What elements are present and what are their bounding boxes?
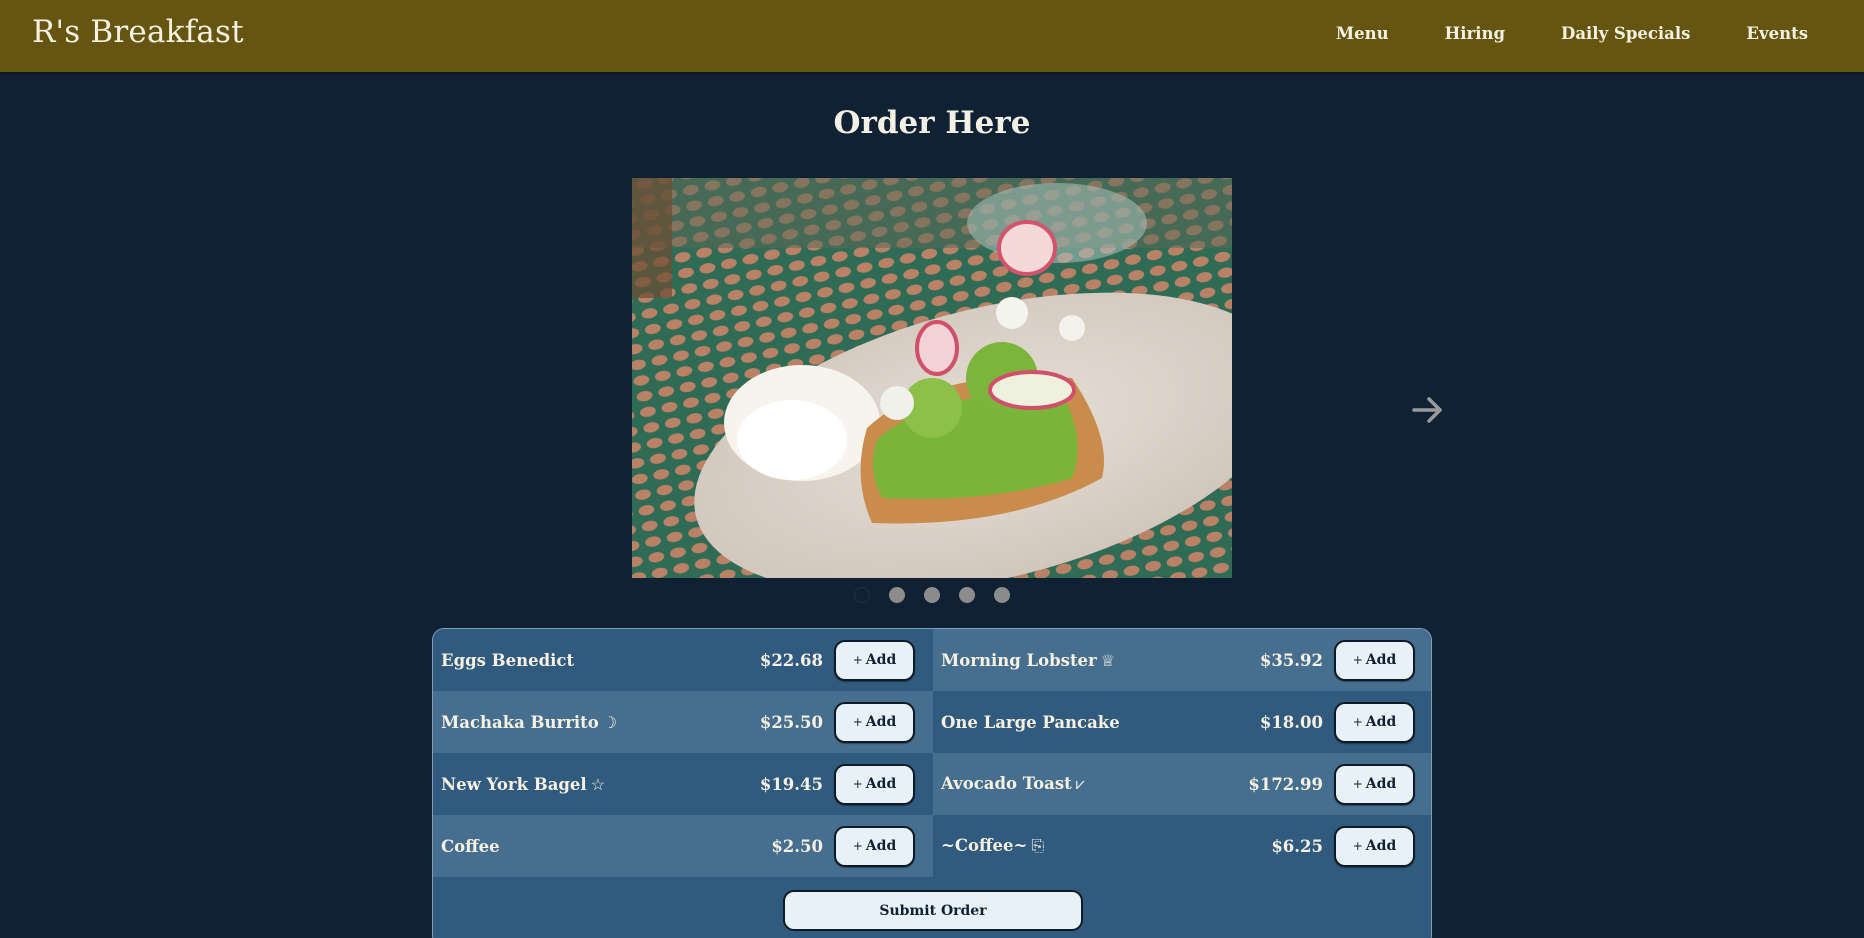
menu-item-price: $6.25: [1271, 836, 1323, 856]
menu-item-name: Morning Lobster ♕: [941, 650, 1116, 670]
add-button[interactable]: + Add: [1334, 639, 1415, 681]
carousel-dot-3[interactable]: [924, 587, 940, 603]
menu-item: Coffee $2.50 + Add: [433, 815, 933, 877]
menu-item-price: $35.92: [1259, 650, 1323, 670]
arrow-right-icon: [1412, 397, 1442, 423]
carousel-dot-4[interactable]: [959, 587, 975, 603]
menu-item: Eggs Benedict $22.68 + Add: [433, 629, 933, 691]
main-nav: Menu Hiring Daily Specials Events: [1336, 24, 1808, 43]
menu-item-price: $25.50: [759, 712, 823, 732]
nav-menu[interactable]: Menu: [1336, 24, 1389, 43]
menu-item: New York Bagel ☆ $19.45 + Add: [433, 753, 933, 815]
menu-item-name: ~Coffee~ ⎘: [941, 836, 1045, 855]
carousel-dot-2[interactable]: [889, 587, 905, 603]
menu-item-price: $2.50: [771, 836, 823, 856]
carousel-dot-5[interactable]: [994, 587, 1010, 603]
menu-item-price: $22.68: [759, 650, 823, 670]
menu-item-price: $18.00: [1259, 712, 1323, 732]
menu-grid: Eggs Benedict $22.68 + Add Morning Lobste…: [433, 629, 1431, 877]
nav-events[interactable]: Events: [1746, 24, 1808, 43]
site-brand[interactable]: R's Breakfast: [32, 14, 244, 50]
add-button[interactable]: + Add: [834, 763, 915, 805]
menu-item: One Large Pancake $18.00 + Add: [933, 691, 1431, 753]
menu-item-name: Machaka Burrito ☽: [441, 712, 618, 732]
vegan-icon: ⩗: [1075, 774, 1085, 793]
menu-item-price: $19.45: [759, 774, 823, 794]
carousel-dots: [854, 587, 1010, 603]
menu-item-name: One Large Pancake: [941, 712, 1120, 732]
site-header: R's Breakfast Menu Hiring Daily Specials…: [0, 0, 1864, 72]
menu-item: ~Coffee~ ⎘ $6.25 + Add: [933, 815, 1431, 877]
add-button[interactable]: + Add: [1334, 763, 1415, 805]
submit-order-button[interactable]: Submit Order: [783, 890, 1083, 931]
submit-row: Submit Order: [433, 877, 1431, 938]
avocado-toast-photo: [632, 178, 1232, 578]
menu-item-price: $172.99: [1248, 774, 1323, 794]
nav-hiring[interactable]: Hiring: [1445, 24, 1505, 43]
add-button[interactable]: + Add: [834, 825, 915, 867]
menu-item: Machaka Burrito ☽ $25.50 + Add: [433, 691, 933, 753]
add-button[interactable]: + Add: [1334, 825, 1415, 867]
crown-icon: ♕: [1100, 650, 1116, 670]
carousel-dot-1[interactable]: [854, 587, 870, 603]
menu-item: Avocado Toast ⩗ $172.99 + Add: [933, 753, 1431, 815]
menu-item-name: Avocado Toast ⩗: [941, 774, 1085, 793]
menu-item-name: Eggs Benedict: [441, 650, 575, 670]
add-button[interactable]: + Add: [834, 701, 915, 743]
menu-item: Morning Lobster ♕ $35.92 + Add: [933, 629, 1431, 691]
star-icon: ☆: [590, 774, 606, 794]
nav-daily-specials[interactable]: Daily Specials: [1561, 24, 1690, 43]
carousel-next-button[interactable]: [1410, 392, 1446, 428]
moon-icon: ☽: [602, 712, 618, 732]
menu-item-name: Coffee: [441, 836, 500, 856]
carousel-image: [632, 178, 1232, 578]
order-panel: Eggs Benedict $22.68 + Add Morning Lobste…: [432, 628, 1432, 938]
cup-icon: ⎘: [1031, 836, 1045, 855]
add-button[interactable]: + Add: [1334, 701, 1415, 743]
page-title: Order Here: [833, 105, 1031, 141]
add-button[interactable]: + Add: [834, 639, 915, 681]
menu-item-name: New York Bagel ☆: [441, 774, 606, 794]
